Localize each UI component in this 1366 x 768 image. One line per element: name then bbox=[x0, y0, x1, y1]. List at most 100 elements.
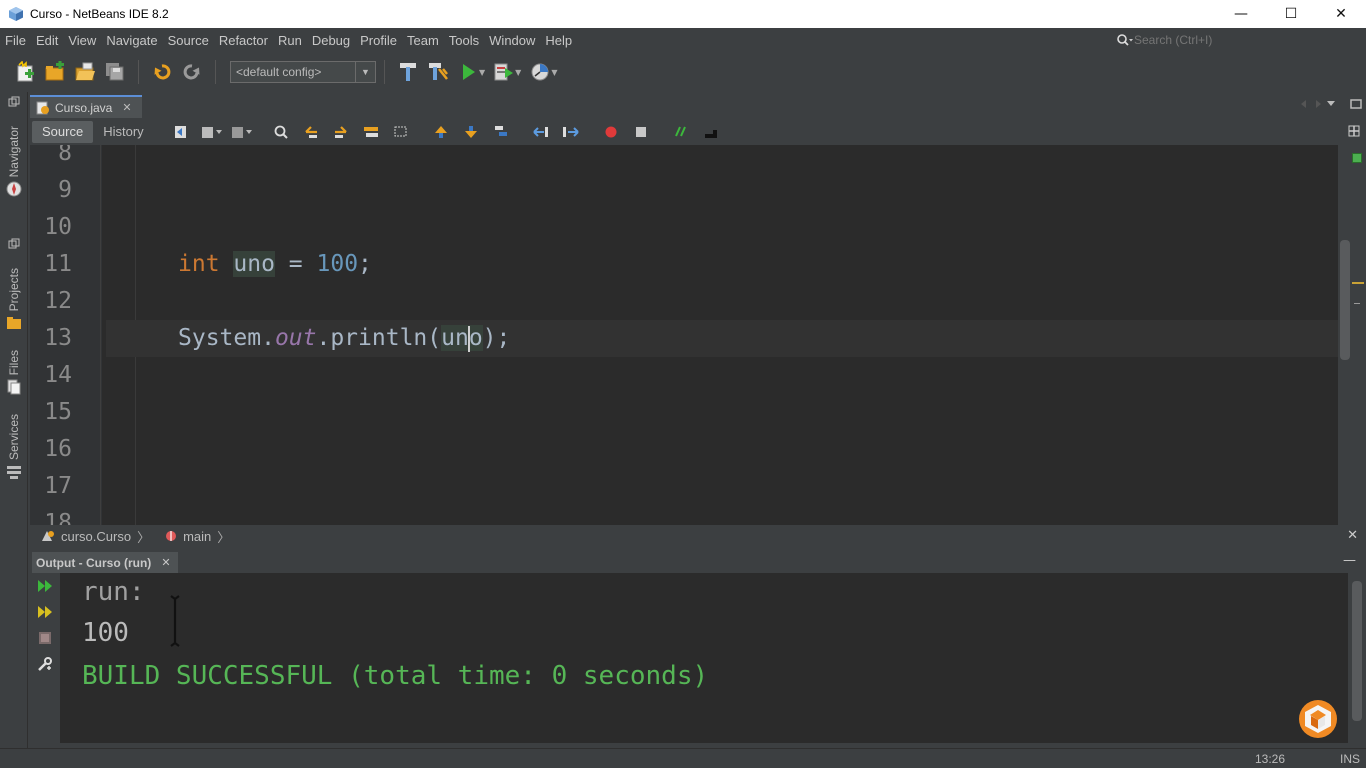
history-view-button[interactable]: History bbox=[93, 121, 153, 143]
code-line[interactable]: 18 bbox=[30, 505, 1338, 525]
run-dropdown-chevron-icon[interactable]: ▼ bbox=[479, 68, 485, 77]
rerun-button[interactable] bbox=[30, 573, 60, 599]
maximize-editor-icon[interactable] bbox=[1350, 98, 1362, 110]
sidebar-tab-navigator[interactable]: Navigator bbox=[2, 126, 26, 197]
stop-button[interactable] bbox=[30, 625, 60, 651]
shift-right-button[interactable] bbox=[556, 121, 586, 143]
shift-left-button[interactable] bbox=[526, 121, 556, 143]
caret-position[interactable]: 13:26 bbox=[1255, 752, 1285, 766]
search-box[interactable] bbox=[1116, 30, 1346, 50]
code-line[interactable]: 17 bbox=[30, 468, 1338, 505]
new-project-button[interactable] bbox=[40, 57, 70, 87]
close-window-button[interactable]: ✕ bbox=[1316, 0, 1366, 28]
source-view-button[interactable]: Source bbox=[32, 120, 94, 143]
debug-dropdown-chevron-icon[interactable]: ▼ bbox=[515, 68, 521, 77]
redo-button[interactable] bbox=[177, 57, 207, 87]
code-line[interactable]: 8 bbox=[30, 145, 1338, 172]
previous-bookmark-button[interactable] bbox=[426, 121, 456, 143]
sidebar-window-restore[interactable] bbox=[2, 96, 26, 108]
start-macro-button[interactable] bbox=[596, 121, 626, 143]
menu-debug[interactable]: Debug bbox=[307, 33, 355, 48]
tab-curso-java[interactable]: Curso.java ✕ bbox=[30, 95, 142, 118]
code-line[interactable]: 15 bbox=[30, 394, 1338, 431]
toggle-rect-selection-button[interactable] bbox=[386, 121, 416, 143]
comment-icon bbox=[674, 126, 686, 136]
menu-source[interactable]: Source bbox=[163, 33, 214, 48]
profile-dropdown-chevron-icon[interactable]: ▼ bbox=[551, 68, 557, 77]
code-line[interactable]: 14 bbox=[30, 357, 1338, 394]
code-line[interactable]: 9 bbox=[30, 172, 1338, 209]
tab-output[interactable]: Output - Curso (run) ✕ bbox=[32, 552, 178, 573]
code-editor[interactable]: 8 9 10 11 int uno = 100; 12 13 System.ou… bbox=[30, 145, 1338, 525]
last-edit-button[interactable] bbox=[166, 121, 196, 143]
scrollbar-thumb[interactable] bbox=[1340, 240, 1350, 360]
back-button[interactable] bbox=[196, 121, 226, 143]
minimize-output-icon[interactable]: — bbox=[1343, 553, 1356, 568]
sidebar-tab-services[interactable]: Services bbox=[2, 414, 26, 480]
settings-button[interactable] bbox=[30, 651, 60, 677]
toggle-highlight-button[interactable] bbox=[356, 121, 386, 143]
forward-history-icon bbox=[231, 126, 252, 138]
error-stripe-mark[interactable] bbox=[1352, 282, 1364, 284]
menu-window[interactable]: Window bbox=[484, 33, 540, 48]
code-line[interactable]: 16 bbox=[30, 431, 1338, 468]
sidebar-tab-projects[interactable]: Projects bbox=[2, 268, 26, 331]
close-output-tab-icon[interactable]: ✕ bbox=[161, 556, 170, 569]
undo-button[interactable] bbox=[147, 57, 177, 87]
open-project-button[interactable] bbox=[70, 57, 100, 87]
editor-scrollbar[interactable] bbox=[1338, 145, 1366, 525]
code-line-current[interactable]: 13 System.out.println(uno); bbox=[30, 320, 1338, 357]
menu-run[interactable]: Run bbox=[273, 33, 307, 48]
save-all-icon bbox=[106, 63, 124, 81]
menu-edit[interactable]: Edit bbox=[31, 33, 63, 48]
class-icon bbox=[42, 531, 54, 541]
menu-refactor[interactable]: Refactor bbox=[214, 33, 273, 48]
next-bookmark-button[interactable] bbox=[456, 121, 486, 143]
error-stripe-mark[interactable] bbox=[1354, 303, 1360, 304]
menu-navigate[interactable]: Navigate bbox=[101, 33, 162, 48]
menu-view[interactable]: View bbox=[63, 33, 101, 48]
save-all-button[interactable] bbox=[100, 57, 130, 87]
uncomment-icon bbox=[704, 129, 717, 138]
code-line[interactable]: 10 bbox=[30, 209, 1338, 246]
find-selection-button[interactable] bbox=[266, 121, 296, 143]
netbeans-cube-icon bbox=[9, 7, 23, 21]
output-scrollbar[interactable] bbox=[1348, 573, 1366, 743]
toggle-bookmark-button[interactable] bbox=[486, 121, 516, 143]
argument-part: un bbox=[441, 325, 469, 351]
uncomment-button[interactable] bbox=[696, 121, 726, 143]
stop-macro-button[interactable] bbox=[626, 121, 656, 143]
breadcrumb-class[interactable]: curso.Curso 〉 bbox=[40, 527, 150, 546]
output-console[interactable]: run: 100 BUILD SUCCESSFUL (total time: 0… bbox=[60, 573, 1348, 743]
configuration-select[interactable]: <default config> ▼ bbox=[230, 61, 376, 83]
sidebar-tab-files[interactable]: Files bbox=[2, 350, 26, 395]
line-number: 17 bbox=[44, 473, 72, 499]
menu-file[interactable]: File bbox=[0, 33, 31, 48]
menu-tools[interactable]: Tools bbox=[444, 33, 484, 48]
toggle-comment-button[interactable] bbox=[666, 121, 696, 143]
close-breadcrumb-icon[interactable]: ✕ bbox=[1347, 527, 1358, 543]
breadcrumb-method[interactable]: main 〉 bbox=[164, 527, 230, 546]
forward-button[interactable] bbox=[226, 121, 256, 143]
clean-build-button[interactable] bbox=[423, 57, 453, 87]
find-next-button[interactable] bbox=[326, 121, 356, 143]
sidebar-window-restore-2[interactable] bbox=[2, 238, 26, 250]
find-previous-button[interactable] bbox=[296, 121, 326, 143]
menu-profile[interactable]: Profile bbox=[355, 33, 402, 48]
menu-help[interactable]: Help bbox=[540, 33, 577, 48]
code-line[interactable]: 11 int uno = 100; bbox=[30, 246, 1338, 283]
build-project-button[interactable] bbox=[393, 57, 423, 87]
rerun-with-params-button[interactable] bbox=[30, 599, 60, 625]
split-editor-icon[interactable] bbox=[1348, 125, 1360, 137]
search-input[interactable] bbox=[1134, 33, 1334, 47]
new-file-button[interactable] bbox=[10, 57, 40, 87]
minimize-button[interactable]: — bbox=[1216, 0, 1266, 28]
menu-team[interactable]: Team bbox=[402, 33, 444, 48]
breadcrumb-class-label: curso.Curso bbox=[61, 528, 132, 544]
maximize-button[interactable]: ☐ bbox=[1266, 0, 1316, 28]
tab-scroll-arrows-icon[interactable] bbox=[1298, 97, 1336, 111]
output-tab-label: Output - Curso (run) bbox=[36, 555, 152, 570]
code-line[interactable]: 12 bbox=[30, 283, 1338, 320]
close-tab-icon[interactable]: ✕ bbox=[122, 101, 131, 114]
scrollbar-thumb[interactable] bbox=[1352, 581, 1362, 721]
